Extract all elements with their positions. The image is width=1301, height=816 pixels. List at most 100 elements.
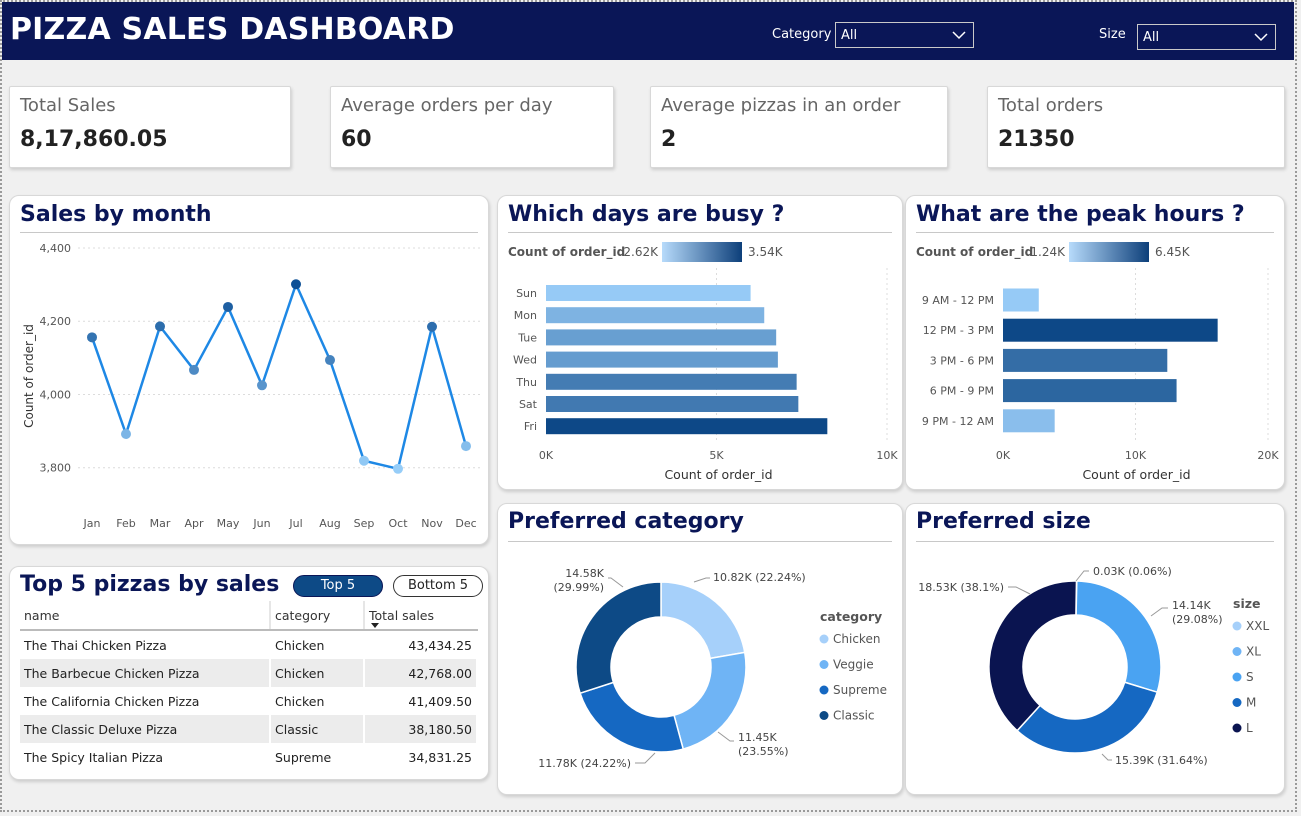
header-bar: PIZZA SALES DASHBOARD Category All Size …: [2, 2, 1294, 60]
data-point: [461, 441, 471, 452]
x-tick-label: Feb: [116, 517, 135, 530]
x-tick-label: 0K: [996, 449, 1011, 462]
bar: [546, 373, 797, 390]
data-label: (29.99%): [553, 581, 604, 594]
x-tick-label: May: [217, 517, 240, 530]
category-label: 6 PM - 9 PM: [930, 385, 994, 398]
kpi-avg-pizzas-per-order: Average pizzas in an order 2: [650, 86, 948, 168]
column-header-category[interactable]: category: [270, 601, 365, 631]
data-point: [393, 463, 403, 474]
kpi-total-sales: Total Sales 8,17,860.05: [9, 86, 291, 168]
category-label: Wed: [513, 354, 537, 367]
table-row[interactable]: The Spicy Italian Pizza Supreme 34,831.25: [20, 743, 478, 771]
table-row[interactable]: The California Chicken Pizza Chicken 41,40…: [20, 687, 478, 715]
legend-gradient-bar: [1069, 242, 1149, 262]
kpi-label: Total orders: [998, 95, 1104, 116]
kpi-value: 21350: [998, 127, 1075, 152]
size-filter-select[interactable]: All: [1137, 24, 1276, 50]
data-label: 14.14K: [1172, 599, 1211, 612]
category-label: Sun: [516, 287, 537, 300]
kpi-label: Average pizzas in an order: [661, 95, 901, 116]
y-axis-label: Count of order_id: [22, 324, 36, 428]
donut-slice: [575, 581, 662, 695]
x-tick-label: 5K: [709, 449, 724, 462]
preferred-size-card: Preferred size 0.03K (0.06%) 14.14K (29.08…: [905, 503, 1285, 795]
y-tick-label: 4,200: [40, 315, 72, 328]
table-header-row: name category Total sales: [20, 601, 477, 631]
data-label: 11.78K (24.22%): [538, 757, 631, 770]
legend-item: S: [1246, 670, 1254, 684]
column-header-name[interactable]: name: [20, 601, 271, 631]
legend-marker: [1232, 698, 1242, 707]
legend-marker: [819, 660, 829, 669]
x-tick-label: Jul: [288, 517, 302, 530]
category-label: 12 PM - 3 PM: [923, 324, 994, 337]
category-label: 3 PM - 6 PM: [930, 354, 994, 367]
cell-total-sales: 41,409.50: [364, 687, 478, 715]
legend-item: Veggie: [833, 658, 874, 672]
leader-line: [1150, 607, 1168, 617]
data-point: [291, 279, 301, 290]
category-filter-value: All: [841, 28, 858, 43]
bar: [546, 396, 799, 412]
bar: [546, 351, 778, 368]
sales-by-month-chart: 3,800 4,000 4,200 4,400 Count of order_id Jan…: [22, 242, 480, 530]
table-title: Top 5 pizzas by sales: [20, 572, 280, 597]
x-tick-label: Jun: [252, 517, 270, 530]
legend-gradient-bar: [662, 242, 742, 262]
legend-item: M: [1246, 696, 1256, 710]
cell-name: The Thai Chicken Pizza: [20, 630, 271, 659]
bottom-5-button[interactable]: Bottom 5: [393, 575, 483, 597]
cell-total-sales: 42,768.00: [364, 659, 478, 687]
cell-name: The Spicy Italian Pizza: [20, 743, 271, 771]
top-5-button[interactable]: Top 5: [293, 575, 383, 597]
column-header-total-sales[interactable]: Total sales: [364, 601, 477, 631]
donut-slice: [673, 651, 747, 750]
donut-slice: [1016, 681, 1159, 754]
bar: [546, 329, 777, 346]
legend-max-label: 6.45K: [1155, 245, 1191, 259]
cell-category: Chicken: [270, 687, 365, 715]
legend-max-label: 3.54K: [748, 245, 784, 259]
x-tick-label: Jan: [83, 517, 101, 530]
kpi-value: 8,17,860.05: [20, 127, 168, 152]
data-label: 18.53K (38.1%): [918, 581, 1004, 594]
category-label: 9 AM - 12 PM: [922, 294, 994, 307]
leader-line: [717, 731, 734, 742]
table-row[interactable]: The Thai Chicken Pizza Chicken 43,434.25: [20, 630, 478, 659]
legend-marker: [1232, 723, 1242, 733]
legend-item: Supreme: [833, 683, 887, 697]
data-label: (29.08%): [1172, 613, 1223, 626]
donut-slice: [579, 681, 685, 753]
donut-slice: [660, 581, 746, 660]
data-label: 11.45K: [738, 731, 777, 744]
series-line: [90, 282, 468, 471]
legend-item: XL: [1246, 645, 1261, 659]
bar: [1003, 348, 1168, 372]
sales-by-month-card: Sales by month 3,800 4,000 4,200 4,400 Count…: [9, 195, 489, 545]
x-tick-label: 20K: [1257, 449, 1279, 462]
kpi-value: 60: [341, 127, 372, 152]
table-row[interactable]: The Classic Deluxe Pizza Classic 38,180.50: [20, 715, 478, 743]
x-tick-label: Dec: [455, 517, 476, 530]
leader-line: [1101, 753, 1112, 761]
bar: [1003, 288, 1039, 312]
data-point: [325, 355, 335, 366]
y-tick-label: 4,000: [40, 388, 72, 401]
bar: [546, 418, 828, 435]
data-label: 15.39K (31.64%): [1115, 754, 1208, 767]
bar: [1003, 409, 1055, 433]
bar: [546, 307, 765, 324]
x-tick-label: 10K: [1125, 449, 1147, 462]
x-axis-label: Count of order_id: [664, 467, 772, 482]
category-label: 9 PM - 12 AM: [922, 415, 994, 428]
top-pizzas-table: name category Total sales The Thai Chick…: [20, 601, 478, 771]
leader-line: [1008, 586, 1031, 595]
busy-days-card: Which days are busy ? Count of order_id 2…: [497, 195, 903, 490]
x-tick-label: Aug: [319, 517, 340, 530]
page-title: PIZZA SALES DASHBOARD: [10, 12, 455, 47]
data-label: 14.58K: [565, 567, 604, 580]
table-row[interactable]: The Barbecue Chicken Pizza Chicken 42,768.…: [20, 659, 478, 687]
legend-marker: [1232, 672, 1242, 682]
category-filter-select[interactable]: All: [835, 22, 974, 48]
